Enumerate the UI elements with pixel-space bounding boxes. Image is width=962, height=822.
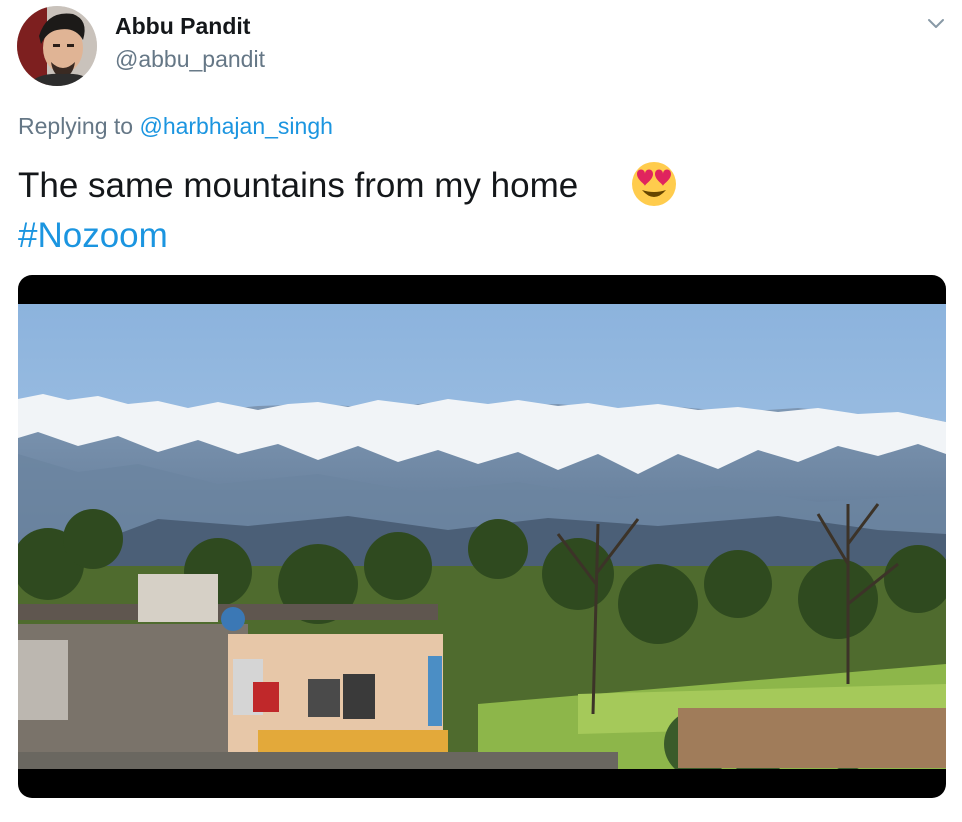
chevron-down-icon[interactable] — [922, 10, 950, 38]
heart-eyes-icon — [630, 160, 678, 208]
tweet-text: The same mountains from my home — [18, 166, 579, 205]
hashtag-link[interactable]: #Nozoom — [18, 216, 168, 256]
reply-context: Replying to @harbhajan_singh — [18, 113, 333, 140]
avatar[interactable] — [17, 6, 97, 86]
tweet-photo[interactable] — [18, 275, 946, 798]
mountain-photo — [18, 304, 946, 769]
avatar-image — [17, 6, 97, 86]
reply-prefix: Replying to — [18, 113, 134, 139]
user-handle[interactable]: @abbu_pandit — [115, 46, 265, 73]
reply-mention-link[interactable]: @harbhajan_singh — [139, 113, 332, 139]
display-name[interactable]: Abbu Pandit — [115, 13, 250, 40]
